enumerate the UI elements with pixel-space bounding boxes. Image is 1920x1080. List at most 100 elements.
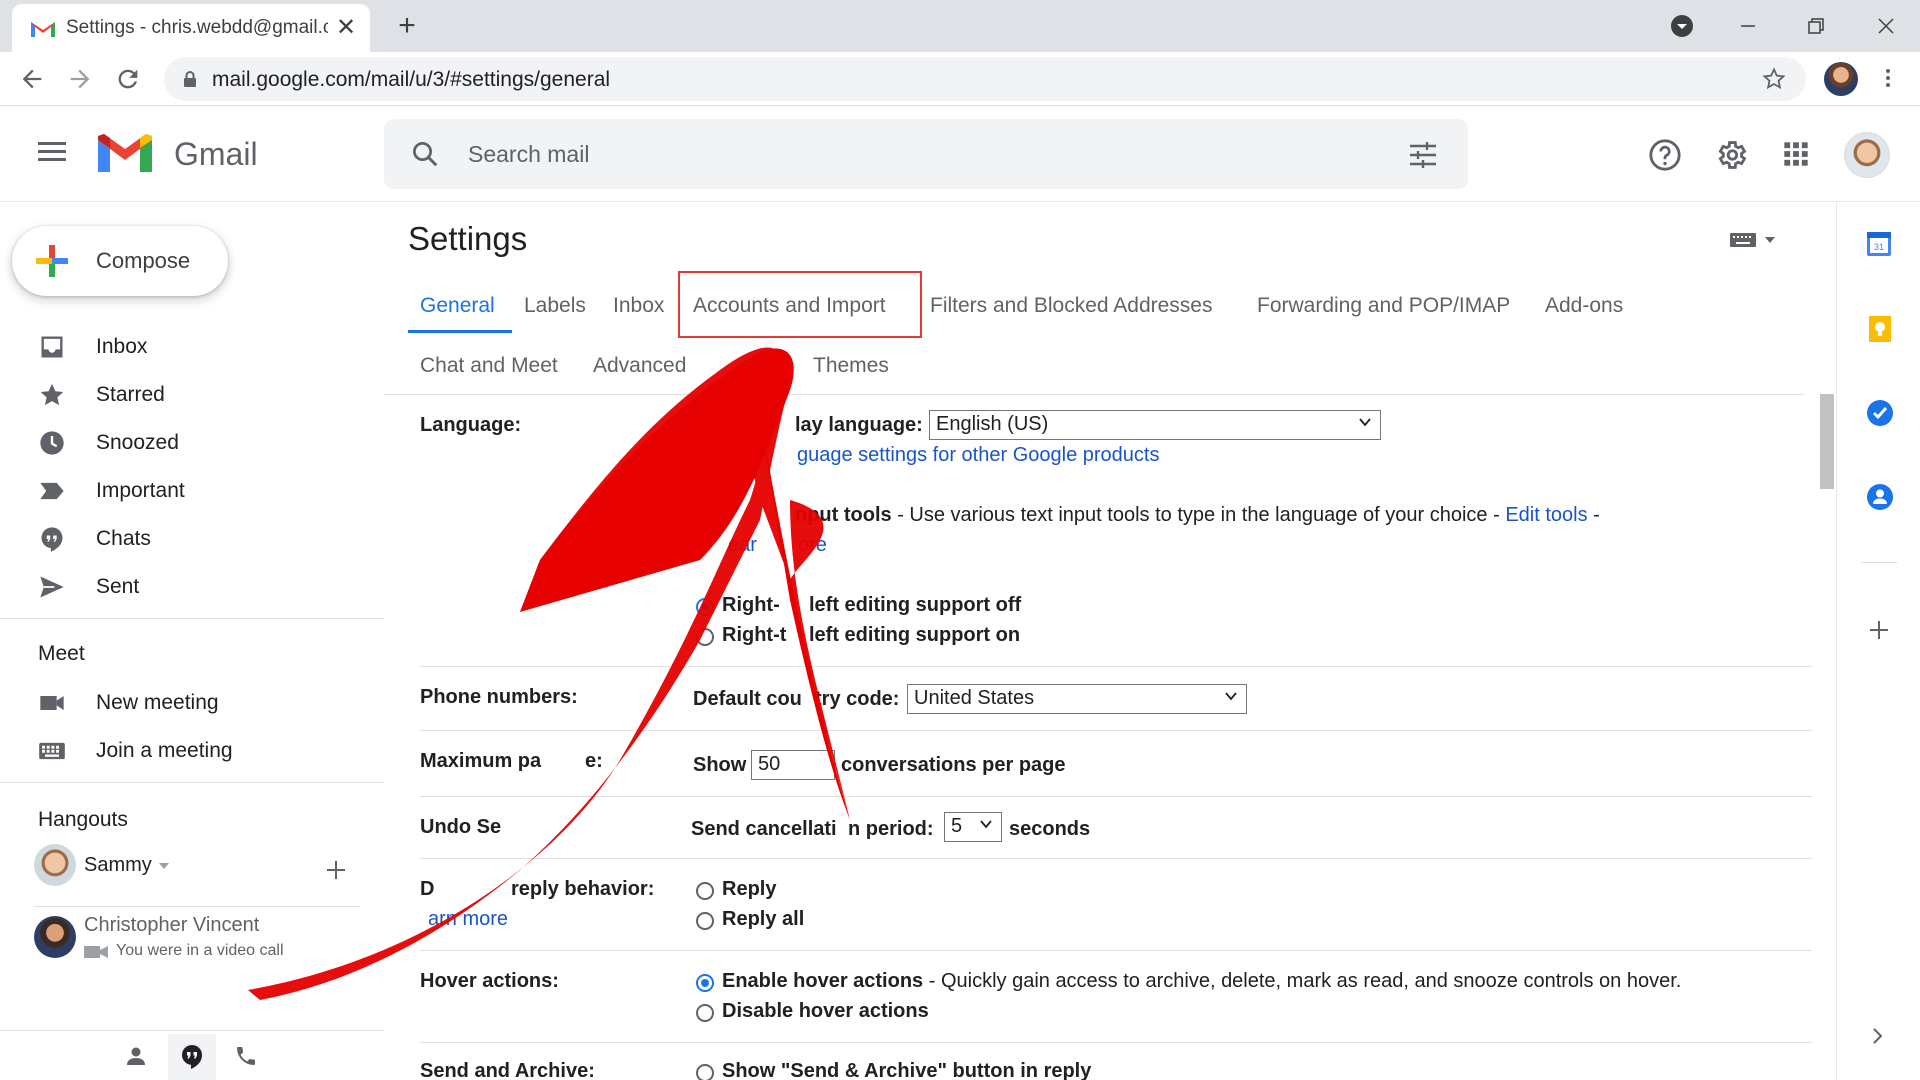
compose-plus-icon: [36, 245, 68, 277]
disable-hover-radio[interactable]: [696, 1004, 714, 1022]
new-tab-button[interactable]: +: [390, 9, 424, 43]
gmail-favicon-icon: [31, 22, 55, 37]
tab-search-icon[interactable]: [1670, 14, 1694, 38]
browser-menu-icon[interactable]: [1876, 66, 1900, 90]
reload-icon[interactable]: [114, 65, 142, 93]
hangouts-divider: [34, 906, 360, 907]
settings-gear-icon[interactable]: [1714, 138, 1748, 172]
enable-hover-bold: Enable hover actions: [722, 970, 924, 992]
new-meeting-item[interactable]: New meeting: [0, 680, 384, 726]
search-input[interactable]: [468, 136, 1268, 172]
contacts-icon[interactable]: [1865, 482, 1895, 512]
country-code-select[interactable]: United States: [907, 684, 1247, 714]
enable-hover-radio[interactable]: [696, 974, 714, 992]
tasks-icon[interactable]: [1865, 398, 1895, 428]
sidebar-item-starred[interactable]: Starred: [0, 372, 384, 418]
minimize-icon[interactable]: [1728, 8, 1768, 44]
enable-hover-line: Enable hover actions - Quickly gain acce…: [722, 970, 1681, 993]
page-size-input[interactable]: 50: [751, 750, 835, 780]
join-meeting-item[interactable]: Join a meeting: [0, 728, 384, 774]
url-text: mail.google.com/mail/u/3/#settings/gener…: [212, 68, 611, 91]
hangouts-user-name[interactable]: Sammy: [84, 854, 152, 877]
phone-icon[interactable]: [234, 1044, 258, 1068]
get-addons-plus-icon[interactable]: [1867, 618, 1891, 642]
country-code-label-b: try code:: [815, 688, 900, 710]
tab-chat-and-meet[interactable]: Chat and Meet: [420, 354, 558, 378]
send-archive-label: Send and Archive:: [420, 1060, 595, 1080]
new-conversation-plus-icon[interactable]: [324, 858, 348, 882]
sidebar-item-inbox[interactable]: Inbox: [0, 324, 384, 370]
contacts-person-icon[interactable]: [124, 1044, 148, 1068]
contact-avatar[interactable]: [34, 916, 76, 958]
new-meeting-label: New meeting: [96, 691, 219, 714]
input-tools-dash: -: [1587, 504, 1600, 526]
help-icon[interactable]: [1648, 138, 1682, 172]
tab-labels[interactable]: Labels: [524, 294, 586, 318]
address-bar[interactable]: mail.google.com/mail/u/3/#settings/gener…: [164, 57, 1806, 101]
hangouts-tab-active[interactable]: [168, 1034, 216, 1080]
bookmark-star-icon[interactable]: [1762, 67, 1786, 91]
sidebar-item-important[interactable]: Important: [0, 468, 384, 514]
meet-heading: Meet: [38, 642, 85, 665]
tab-advanced[interactable]: Advanced: [593, 354, 686, 378]
hide-side-panel-chevron-icon[interactable]: [1869, 1026, 1887, 1046]
edit-tools-link[interactable]: Edit tools: [1505, 504, 1587, 526]
hangouts-user-avatar[interactable]: [34, 844, 76, 886]
learn-more-link-fragment-a[interactable]: ear: [728, 534, 757, 557]
sidebar-item-chats[interactable]: Chats: [0, 516, 384, 562]
compose-button[interactable]: Compose: [12, 226, 228, 296]
chevron-down-icon: [1359, 418, 1371, 427]
status-dropdown-icon[interactable]: [158, 862, 170, 870]
display-language-label: lay language:: [795, 414, 923, 436]
chevron-down-icon: [1225, 692, 1237, 701]
send-archive-radio[interactable]: [696, 1064, 714, 1080]
tab-forwarding[interactable]: Forwarding and POP/IMAP: [1257, 294, 1510, 318]
sidebar-item-sent[interactable]: Sent: [0, 564, 384, 610]
sidebar-item-label: Snoozed: [96, 431, 179, 454]
rtl-off-radio[interactable]: [696, 598, 714, 616]
close-tab-icon[interactable]: ✕: [332, 14, 360, 42]
row-divider: [420, 796, 1812, 797]
search-icon[interactable]: [410, 139, 440, 169]
tab-filters[interactable]: Filters and Blocked Addresses: [930, 294, 1212, 318]
enable-hover-text: - Quickly gain access to archive, delete…: [923, 970, 1682, 992]
apps-grid-icon[interactable]: [1782, 140, 1810, 168]
main-menu-icon[interactable]: [38, 140, 68, 164]
tab-general[interactable]: General: [420, 294, 495, 318]
row-divider: [420, 1042, 1812, 1043]
svg-text:31: 31: [1874, 242, 1884, 252]
tab-inbox[interactable]: Inbox: [613, 294, 664, 318]
other-products-language-link[interactable]: guage settings for other Google products: [797, 444, 1159, 467]
contact-name[interactable]: Christopher Vincent: [84, 914, 259, 937]
input-tools-keyboard-icon[interactable]: [1730, 232, 1756, 248]
search-options-icon[interactable]: [1408, 141, 1438, 169]
reply-all-radio[interactable]: [696, 912, 714, 930]
close-window-icon[interactable]: [1866, 8, 1906, 44]
account-avatar[interactable]: [1844, 132, 1890, 178]
search-bar[interactable]: [384, 119, 1468, 189]
chevron-down-icon: [980, 820, 992, 829]
input-tools-dropdown-icon[interactable]: [1764, 236, 1776, 244]
learn-more-link-fragment-b[interactable]: ore: [798, 534, 827, 557]
keep-icon[interactable]: [1867, 314, 1893, 344]
rtl-on-radio[interactable]: [696, 628, 714, 646]
side-panel-divider: [1861, 562, 1897, 563]
profile-avatar[interactable]: [1824, 62, 1858, 96]
scrollbar-thumb[interactable]: [1820, 394, 1834, 489]
calendar-icon[interactable]: 31: [1865, 230, 1893, 258]
forward-arrow-icon[interactable]: [66, 65, 94, 93]
cancellation-period-value: 5: [951, 815, 963, 837]
sidebar-item-snoozed[interactable]: Snoozed: [0, 420, 384, 466]
display-language-select[interactable]: English (US): [929, 410, 1381, 440]
back-arrow-icon[interactable]: [18, 65, 46, 93]
restore-icon[interactable]: [1796, 8, 1836, 44]
tab-addons[interactable]: Add-ons: [1545, 294, 1623, 318]
tab-themes[interactable]: Themes: [813, 354, 889, 378]
cancellation-period-select[interactable]: 5: [944, 812, 1002, 842]
browser-toolbar: mail.google.com/mail/u/3/#settings/gener…: [0, 52, 1920, 106]
reply-radio[interactable]: [696, 882, 714, 900]
browser-tab[interactable]: Settings - chris.webdd@gmail.com ✕: [12, 4, 370, 52]
gmail-logo-icon[interactable]: [98, 134, 152, 174]
reply-learn-more-link[interactable]: arn more: [428, 908, 508, 931]
lock-icon[interactable]: [182, 70, 198, 88]
